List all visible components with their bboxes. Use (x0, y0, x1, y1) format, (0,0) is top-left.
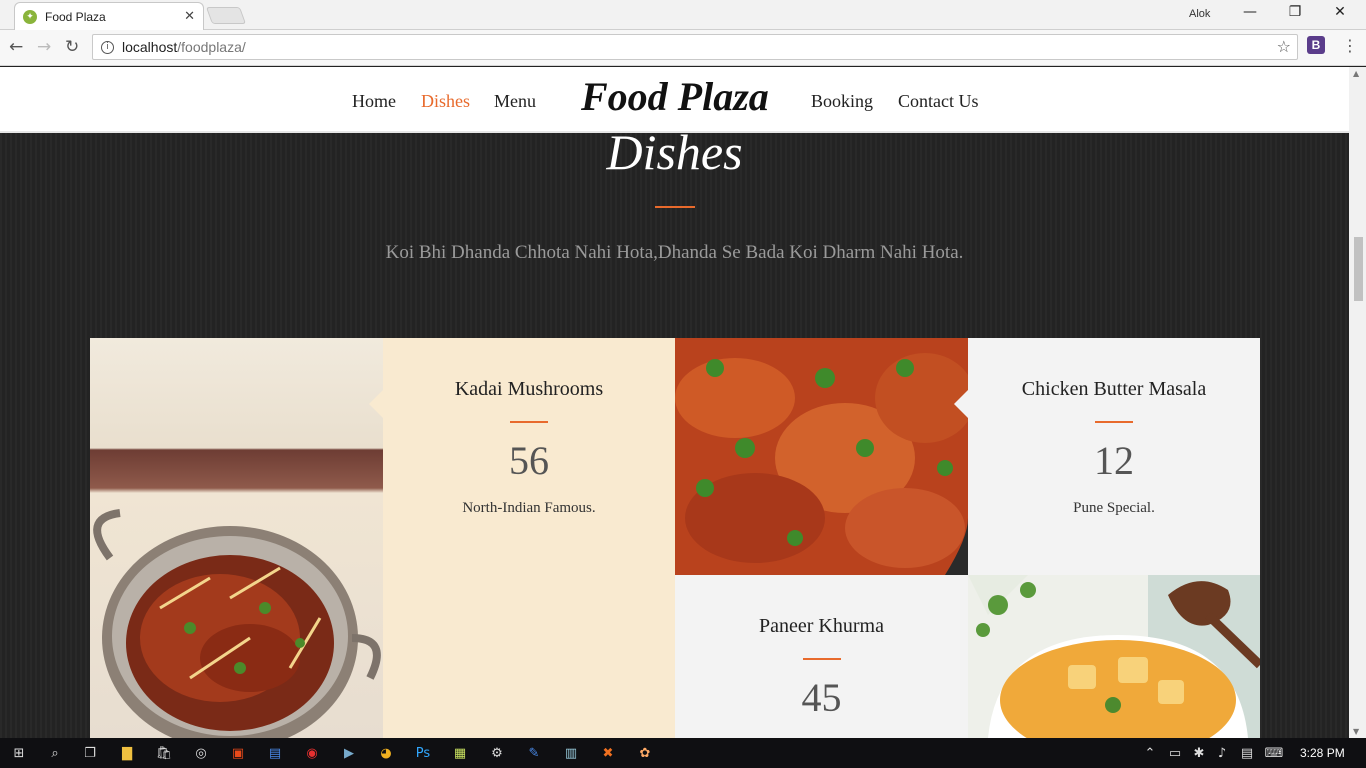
dish-name: Paneer Khurma (759, 615, 884, 637)
terminal-icon[interactable]: ▶ (339, 743, 359, 763)
nav-contact[interactable]: Contact Us (898, 91, 979, 112)
store-icon[interactable]: 🛍 (154, 743, 174, 763)
bootstrap-extension-icon[interactable]: B (1307, 36, 1325, 54)
search-icon[interactable]: ⌕ (45, 743, 65, 763)
section-tagline: Koi Bhi Dhanda Chhota Nahi Hota,Dhanda S… (385, 242, 964, 263)
restore-icon[interactable]: ❐ (1277, 4, 1313, 24)
photoshop-icon[interactable]: Ps (413, 743, 433, 763)
tray-chevron-icon[interactable]: ⌃ (1140, 743, 1160, 763)
url-host: localhost (122, 39, 178, 55)
dish-card-chicken-butter-masala[interactable]: Chicken Butter Masala 12 Pune Special. (954, 338, 1260, 575)
notes-icon[interactable]: ▥ (561, 743, 581, 763)
brand-logo[interactable]: Food Plaza (581, 73, 769, 120)
profile-name[interactable]: Alok (1189, 8, 1210, 20)
close-window-icon[interactable]: ✕ (1322, 4, 1358, 24)
windows-start-icon[interactable]: ⊞ (9, 743, 29, 763)
card-pointer (369, 390, 383, 418)
url-path: /foodplaza/ (177, 39, 246, 55)
browser-tab[interactable]: ✦ Food Plaza ✕ (14, 2, 204, 30)
nav-home[interactable]: Home (352, 91, 396, 112)
editor-icon[interactable]: ✎ (524, 743, 544, 763)
section-title: Dishes (606, 124, 743, 180)
scroll-down-icon[interactable]: ▼ (1353, 727, 1359, 736)
nav-menu[interactable]: Menu (494, 91, 536, 112)
battery-icon[interactable]: ▭ (1165, 743, 1185, 763)
card-pointer (954, 390, 968, 418)
tab-title: Food Plaza (45, 9, 106, 24)
task-view-icon[interactable]: ❐ (80, 743, 100, 763)
target-app-icon[interactable]: ◉ (302, 743, 322, 763)
office-icon[interactable]: ▣ (228, 743, 248, 763)
action-center-icon[interactable]: ▤ (1237, 743, 1257, 763)
fork-knife-icon: ✦ (23, 9, 37, 24)
page-viewport: Home Dishes Menu Food Plaza Booking Cont… (0, 67, 1349, 738)
scroll-up-icon[interactable]: ▲ (1353, 69, 1359, 78)
nav-dishes[interactable]: Dishes (421, 91, 470, 112)
dish-name: Chicken Butter Masala (1021, 378, 1207, 400)
settings-gear-icon[interactable]: ⚙ (487, 743, 507, 763)
browser-menu-icon[interactable]: ⋮ (1342, 36, 1358, 55)
dish-name: Kadai Mushrooms (454, 378, 604, 400)
dish-card-paneer-khurma[interactable]: Paneer Khurma 45 (675, 575, 968, 738)
media-icon[interactable]: ◎ (191, 743, 211, 763)
dish-desc: North-Indian Famous. (462, 500, 596, 516)
dish-photo-paneer (968, 575, 1260, 738)
url-input[interactable]: i localhost/foodplaza/ ☆ (92, 34, 1298, 60)
dish-photo-kadai (90, 338, 383, 738)
dish-divider (510, 421, 548, 423)
info-icon[interactable]: i (101, 40, 114, 54)
keyboard-icon[interactable]: ⌨ (1264, 743, 1284, 763)
forward-arrow-icon[interactable]: → (37, 37, 51, 57)
page-scrollbar[interactable]: ▲ ▼ (1349, 67, 1366, 738)
back-arrow-icon[interactable]: ← (9, 37, 23, 57)
title-divider (655, 206, 695, 208)
dish-card-kadai-mushrooms[interactable]: Kadai Mushrooms 56 North-Indian Famous. (369, 338, 675, 738)
browser-tab-strip: ✦ Food Plaza ✕ Alok — ❐ ✕ (0, 0, 1366, 30)
wifi-icon[interactable]: ✱ (1189, 743, 1209, 763)
windows-taskbar: ⊞ ⌕ ❐ ▇ 🛍 ◎ ▣ ▤ ◉ ▶ ◕ Ps ▦ ⚙ ✎ ▥ ✖ ✿ ⌃ ▭… (0, 738, 1366, 768)
address-toolbar: ← → ↻ i localhost/foodplaza/ ☆ B ⋮ (0, 30, 1366, 66)
reload-icon[interactable]: ↻ (65, 37, 79, 57)
nav-booking[interactable]: Booking (811, 91, 873, 112)
minimize-icon[interactable]: — (1232, 4, 1268, 24)
scroll-thumb[interactable] (1354, 237, 1363, 301)
new-tab-button[interactable] (205, 7, 247, 24)
bookmark-star-icon[interactable]: ☆ (1277, 37, 1291, 56)
notepad-icon[interactable]: ▦ (450, 743, 470, 763)
dish-desc: Pune Special. (1073, 500, 1155, 516)
dish-photo-chicken (675, 338, 968, 575)
close-tab-icon[interactable]: ✕ (184, 9, 195, 24)
xampp-icon[interactable]: ✖ (598, 743, 618, 763)
file-explorer-icon[interactable]: ▇ (117, 743, 137, 763)
dish-divider (1095, 421, 1133, 423)
chrome-icon[interactable]: ◕ (376, 743, 396, 763)
dish-price: 56 (509, 438, 549, 483)
volume-icon[interactable]: ♪ (1212, 743, 1232, 763)
dishes-grid: Kadai Mushrooms 56 North-Indian Famous. (90, 338, 1260, 738)
dish-price: 12 (1094, 438, 1134, 483)
dish-price: 45 (801, 675, 842, 720)
taskbar-clock[interactable]: 3:28 PM (1300, 746, 1345, 760)
dish-divider (802, 658, 841, 660)
remote-desktop-icon[interactable]: ▤ (265, 743, 285, 763)
paint-icon[interactable]: ✿ (635, 743, 655, 763)
